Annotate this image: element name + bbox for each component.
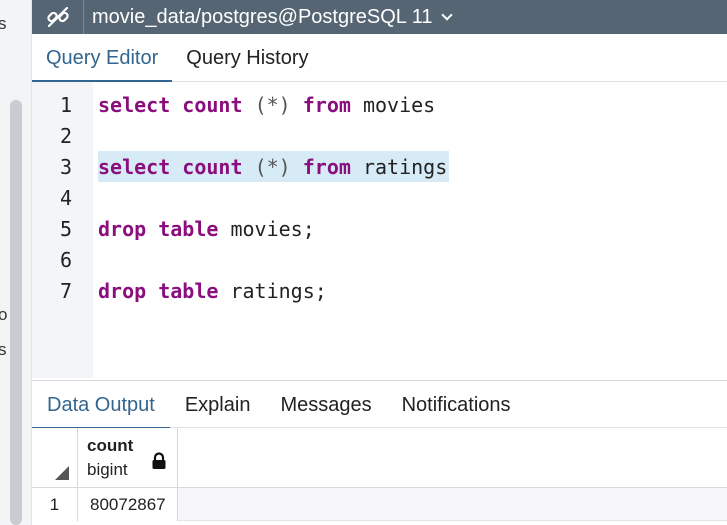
column-header-count[interactable]: count bigint	[78, 428, 178, 488]
sql-text: movies	[350, 92, 436, 117]
table-row[interactable]: 1 80072867	[32, 488, 727, 521]
sidebar-fragment: s	[0, 14, 7, 33]
sql-keyword: count	[182, 92, 243, 117]
lock-icon	[151, 452, 167, 475]
editor-line[interactable]: 3 select count (*) from ratings	[32, 151, 727, 182]
result-tabs: Data Output Explain Messages Notificatio…	[32, 380, 727, 430]
line-number: 2	[59, 123, 72, 148]
sql-text: (*)	[254, 92, 291, 117]
line-number: 7	[59, 278, 72, 303]
sql-keyword: table	[158, 216, 219, 241]
chevron-down-icon	[440, 8, 453, 21]
sidebar-scrollbar[interactable]	[10, 100, 22, 525]
code-line: drop table ratings;	[98, 275, 329, 306]
data-grid: count bigint 1 80072867	[32, 428, 727, 525]
sidebar-fragment: o	[0, 305, 8, 324]
tab-query-editor[interactable]: Query Editor	[32, 34, 173, 83]
editor-line[interactable]: 7 drop table ratings;	[32, 275, 727, 306]
line-number: 3	[59, 154, 72, 179]
connection-bar: movie_data/postgres@PostgreSQL 11	[32, 0, 727, 34]
sql-keyword: count	[182, 154, 243, 179]
editor-line[interactable]: 6	[32, 244, 727, 275]
editor-line[interactable]: 2	[32, 120, 727, 151]
server-connect-icon[interactable]	[32, 0, 84, 34]
sql-keyword: drop	[98, 216, 147, 241]
line-number: 6	[59, 247, 72, 272]
editor-line[interactable]: 5 drop table movies;	[32, 213, 727, 244]
connection-selector[interactable]: movie_data/postgres@PostgreSQL 11	[84, 5, 453, 29]
select-all-corner[interactable]	[32, 428, 78, 488]
sql-keyword: from	[302, 154, 351, 179]
cell-count-value[interactable]: 80072867	[78, 488, 178, 521]
sql-text: ratings	[350, 154, 448, 179]
connection-title: movie_data/postgres@PostgreSQL 11	[92, 5, 433, 28]
query-tabs: Query Editor Query History	[32, 34, 727, 83]
line-number: 5	[59, 216, 72, 241]
sql-editor[interactable]: 1 select count (*) from movies 2 3 select co…	[32, 82, 727, 378]
sql-keyword: select	[98, 92, 171, 117]
left-panel: s o s	[0, 0, 32, 525]
tab-explain[interactable]: Explain	[170, 381, 266, 429]
tab-notifications[interactable]: Notifications	[387, 381, 526, 429]
tab-data-output[interactable]: Data Output	[32, 381, 170, 430]
code-line: select count (*) from movies	[98, 89, 437, 120]
sql-text: ratings;	[218, 278, 327, 303]
sql-keyword: select	[98, 154, 171, 179]
sql-keyword: table	[158, 278, 219, 303]
row-number[interactable]: 1	[32, 488, 78, 521]
grid-header: count bigint	[32, 428, 727, 488]
sidebar-fragment: s	[0, 340, 7, 359]
sql-text: movies;	[218, 216, 315, 241]
line-number: 1	[59, 92, 72, 117]
code-line-highlighted: select count (*) from ratings	[98, 151, 450, 182]
sql-keyword: drop	[98, 278, 147, 303]
editor-line[interactable]: 1 select count (*) from movies	[32, 89, 727, 120]
sql-keyword: from	[302, 92, 351, 117]
code-line: drop table movies;	[98, 213, 317, 244]
tab-messages[interactable]: Messages	[265, 381, 386, 429]
editor-line[interactable]: 4	[32, 182, 727, 213]
tab-query-history[interactable]: Query History	[172, 34, 322, 82]
sql-text: (*)	[254, 154, 291, 179]
corner-triangle-icon	[55, 466, 69, 480]
line-number: 4	[59, 185, 72, 210]
